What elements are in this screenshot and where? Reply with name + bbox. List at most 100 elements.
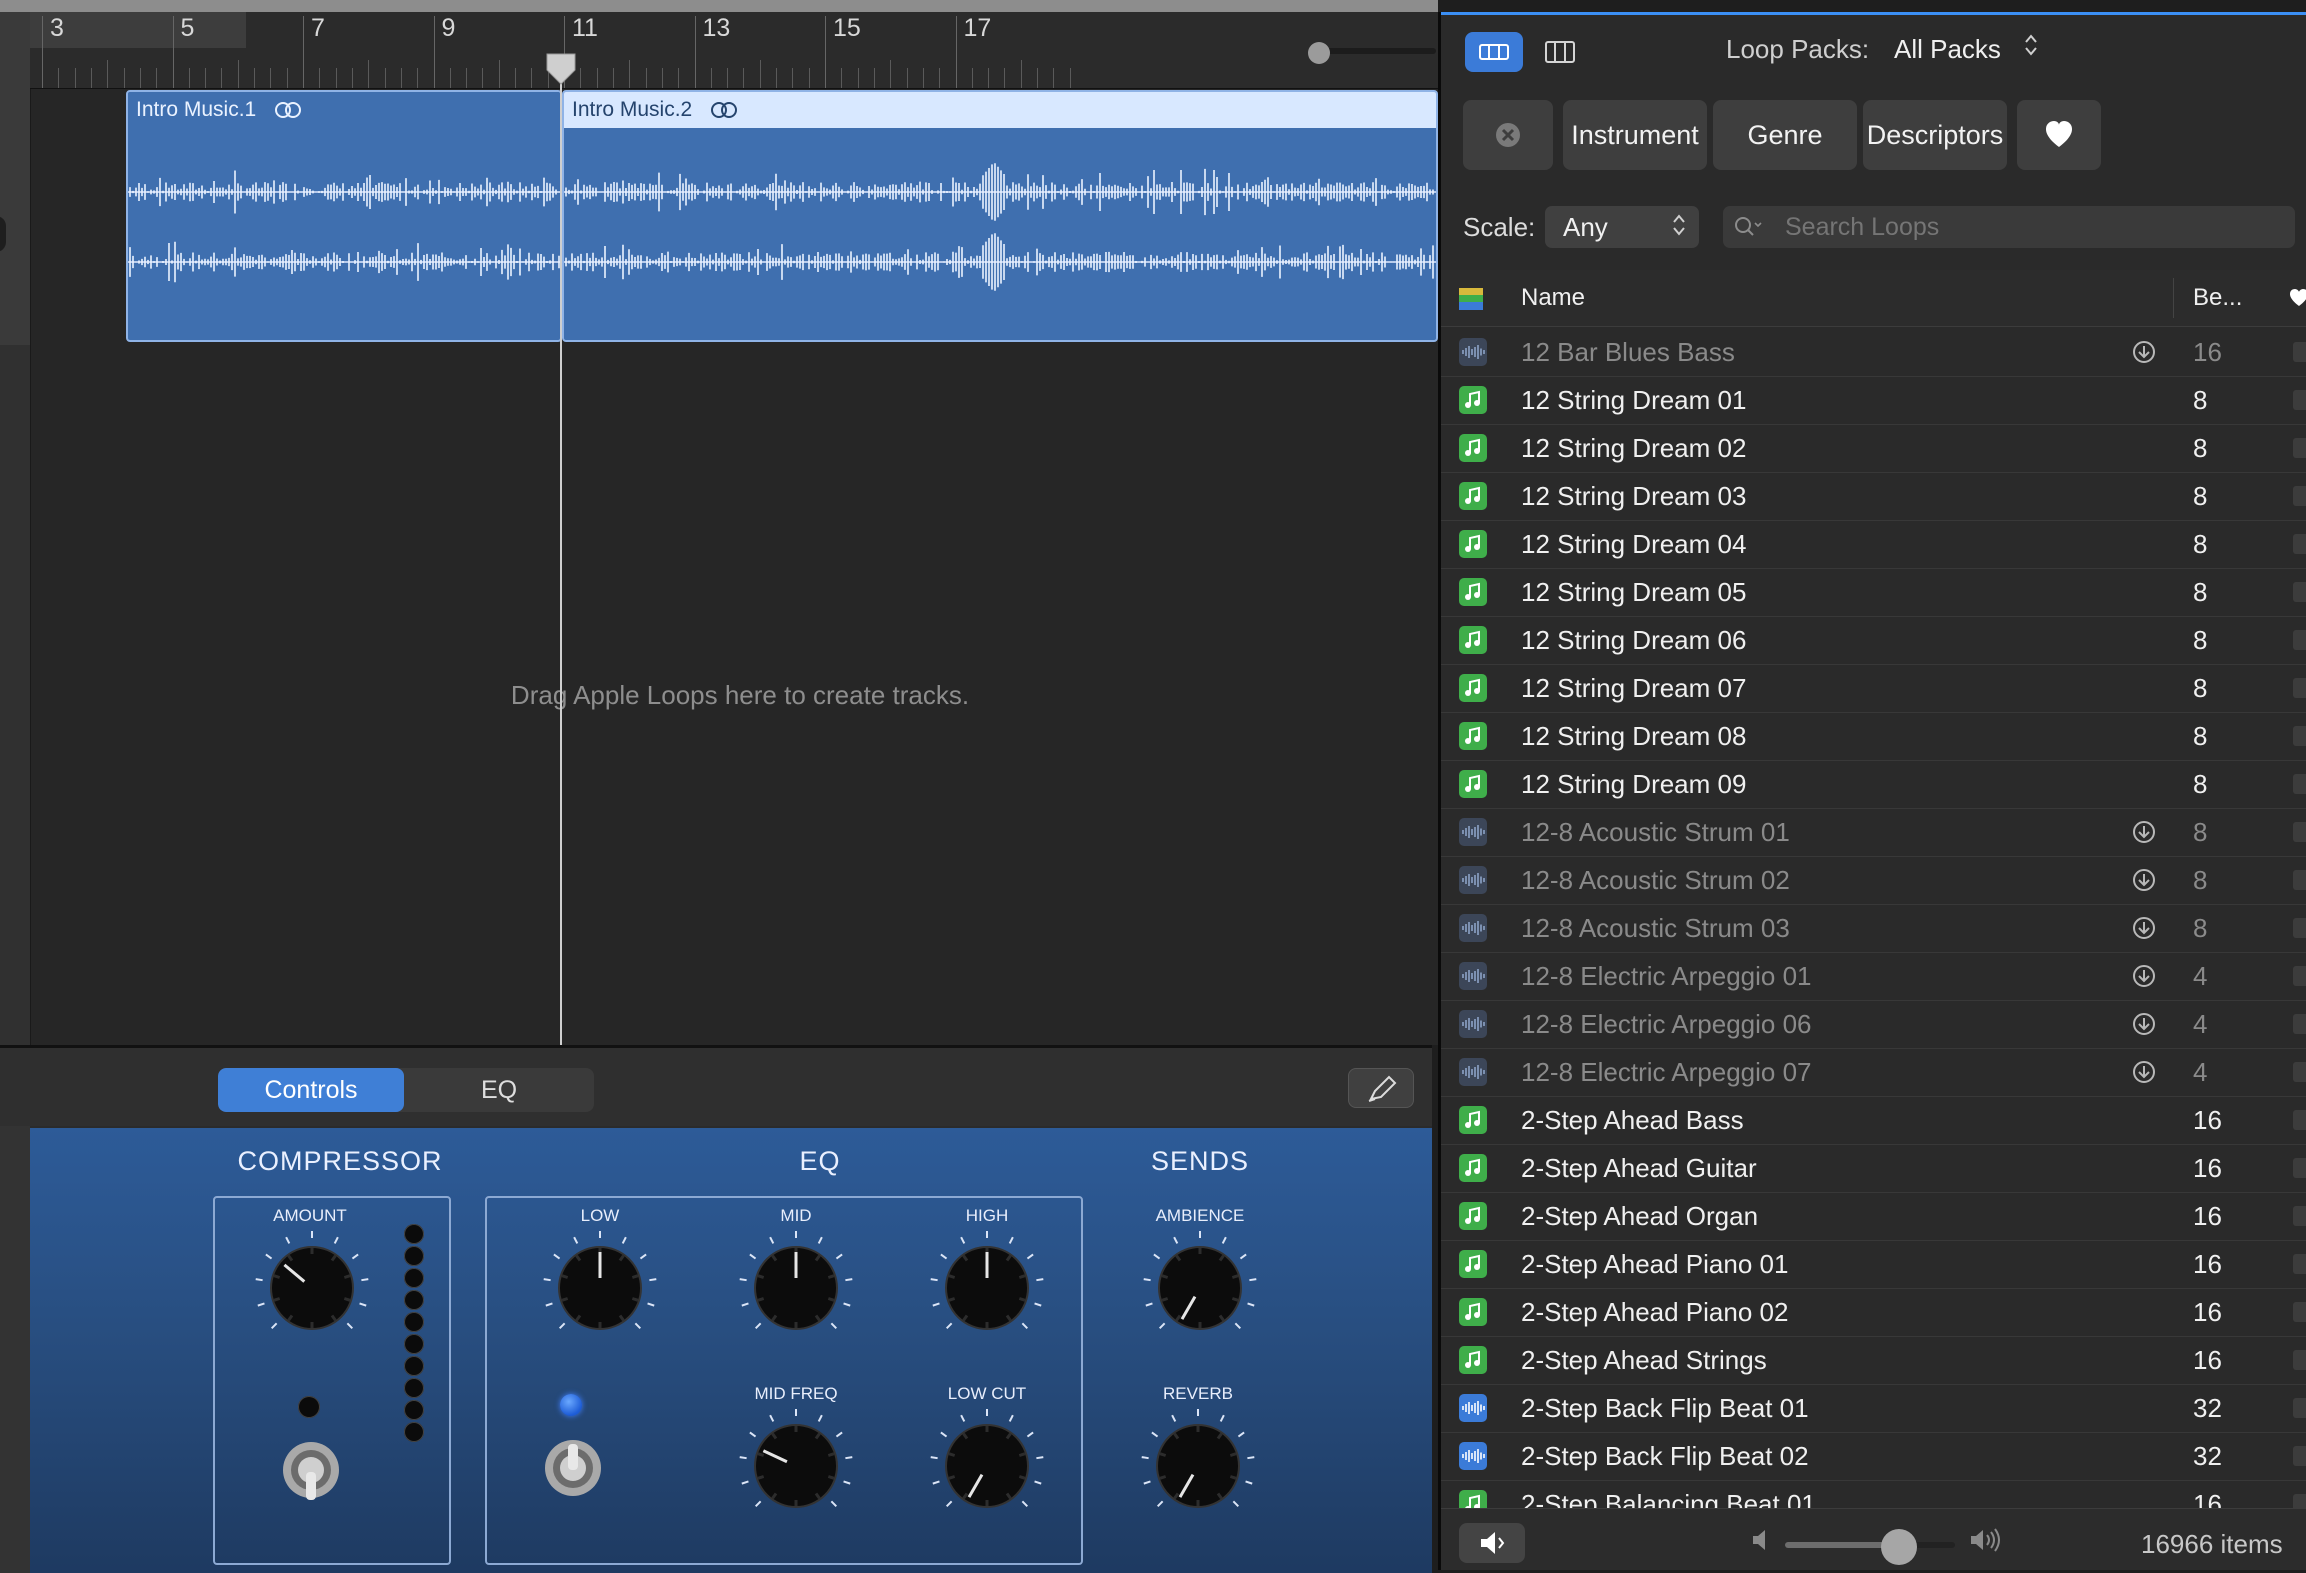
loop-row[interactable]: 12 String Dream 07 8 <box>1441 664 2306 713</box>
favorite-checkbox[interactable] <box>2293 1398 2306 1418</box>
preview-volume-button[interactable] <box>1459 1523 1525 1563</box>
tab-controls[interactable]: Controls <box>218 1068 404 1112</box>
filter-descriptors-button[interactable]: Descriptors <box>1863 100 2007 170</box>
favorite-checkbox[interactable] <box>2293 774 2306 794</box>
favorite-checkbox[interactable] <box>2293 1350 2306 1370</box>
favorite-checkbox[interactable] <box>2293 342 2306 362</box>
download-icon[interactable] <box>2131 1059 2157 1085</box>
knob-scale-tick <box>930 1456 938 1460</box>
favorite-checkbox[interactable] <box>2293 678 2306 698</box>
ambience-knob[interactable] <box>1140 1228 1260 1348</box>
mid-knob[interactable] <box>736 1228 856 1348</box>
loop-row[interactable]: 12-8 Electric Arpeggio 01 4 <box>1441 952 2306 1001</box>
download-icon[interactable] <box>2131 867 2157 893</box>
loop-row[interactable]: 2-Step Ahead Bass 16 <box>1441 1096 2306 1145</box>
region-intro-music-2[interactable]: Intro Music.2 <box>562 90 1438 342</box>
loop-row[interactable]: 12-8 Acoustic Strum 01 8 <box>1441 808 2306 857</box>
playhead-handle[interactable] <box>545 52 577 86</box>
favorite-checkbox[interactable] <box>2293 966 2306 986</box>
favorite-checkbox[interactable] <box>2293 486 2306 506</box>
favorite-checkbox[interactable] <box>2293 870 2306 890</box>
loop-row[interactable]: 2-Step Ahead Piano 02 16 <box>1441 1288 2306 1337</box>
view-mode-button-buttons[interactable] <box>1465 32 1523 72</box>
amount-knob[interactable] <box>252 1228 372 1348</box>
loop-row[interactable]: 12-8 Acoustic Strum 03 8 <box>1441 904 2306 953</box>
favorite-checkbox[interactable] <box>2293 1446 2306 1466</box>
loop-row[interactable]: 12 String Dream 09 8 <box>1441 760 2306 809</box>
favorites-filter-button[interactable] <box>2017 100 2101 170</box>
download-icon[interactable] <box>2131 339 2157 365</box>
view-mode-button-columns[interactable] <box>1531 32 1589 72</box>
search-loops-input[interactable] <box>1723 206 2295 248</box>
tab-eq[interactable]: EQ <box>404 1068 594 1112</box>
favorite-checkbox[interactable] <box>2293 1062 2306 1082</box>
timeline-ruler[interactable]: 3 5 7 9 11 13 15 17 <box>30 12 1438 89</box>
download-icon[interactable] <box>2131 963 2157 989</box>
heart-icon[interactable] <box>2289 288 2306 308</box>
column-header-name[interactable]: Name <box>1521 284 1585 312</box>
loop-row[interactable]: 2-Step Ahead Guitar 16 <box>1441 1144 2306 1193</box>
loop-row[interactable]: 2-Step Ahead Strings 16 <box>1441 1336 2306 1385</box>
loop-packs-popup[interactable]: All Packs <box>1894 34 2001 65</box>
loop-row[interactable]: 12 String Dream 06 8 <box>1441 616 2306 665</box>
compressor-toggle-switch[interactable] <box>278 1432 344 1508</box>
loop-row[interactable]: 12-8 Acoustic Strum 02 8 <box>1441 856 2306 905</box>
favorite-checkbox[interactable] <box>2293 534 2306 554</box>
reset-filters-button[interactable] <box>1463 100 1553 170</box>
favorite-checkbox[interactable] <box>2293 1110 2306 1130</box>
loop-row[interactable]: 12 String Dream 05 8 <box>1441 568 2306 617</box>
high-knob[interactable] <box>927 1228 1047 1348</box>
loop-row[interactable]: 12-8 Electric Arpeggio 07 4 <box>1441 1048 2306 1097</box>
zoom-slider-thumb[interactable] <box>1308 42 1330 64</box>
playhead-line[interactable] <box>560 60 562 1045</box>
favorite-checkbox[interactable] <box>2293 1302 2306 1322</box>
edit-button[interactable] <box>1348 1068 1414 1108</box>
loop-row[interactable]: 2-Step Balancing Beat 01 16 <box>1441 1480 2306 1508</box>
filter-instrument-button[interactable]: Instrument <box>1563 100 1707 170</box>
loop-row[interactable]: 12 Bar Blues Bass 16 <box>1441 328 2306 377</box>
loop-row[interactable]: 12 String Dream 02 8 <box>1441 424 2306 473</box>
reverb-knob[interactable] <box>1138 1406 1258 1526</box>
favorite-checkbox[interactable] <box>2293 390 2306 410</box>
low-cut-knob[interactable] <box>927 1406 1047 1526</box>
favorite-checkbox[interactable] <box>2293 438 2306 458</box>
favorite-checkbox[interactable] <box>2293 1158 2306 1178</box>
download-icon[interactable] <box>2131 915 2157 941</box>
favorite-checkbox[interactable] <box>2293 822 2306 842</box>
loop-row[interactable]: 12-8 Electric Arpeggio 06 4 <box>1441 1000 2306 1049</box>
updown-chevron-icon[interactable] <box>2023 32 2039 58</box>
low-knob[interactable] <box>540 1228 660 1348</box>
loop-row[interactable]: 2-Step Ahead Piano 01 16 <box>1441 1240 2306 1289</box>
favorite-checkbox[interactable] <box>2293 726 2306 746</box>
loop-row[interactable]: 2-Step Ahead Organ 16 <box>1441 1192 2306 1241</box>
loop-type-column-icon[interactable] <box>1459 288 1483 310</box>
filter-genre-button[interactable]: Genre <box>1713 100 1857 170</box>
loop-list[interactable]: 12 Bar Blues Bass 16 12 String Dream 01 8 12… <box>1441 328 2306 1508</box>
favorite-checkbox[interactable] <box>2293 1206 2306 1226</box>
loop-row[interactable]: 12 String Dream 03 8 <box>1441 472 2306 521</box>
loop-row[interactable]: 12 String Dream 04 8 <box>1441 520 2306 569</box>
tracks-area[interactable]: 3 5 7 9 11 13 15 17 Intro Music.1 Intro Music.2… <box>0 0 1438 1045</box>
eq-toggle-switch[interactable] <box>540 1430 606 1506</box>
loop-row[interactable]: 2-Step Back Flip Beat 01 32 <box>1441 1384 2306 1433</box>
loop-row[interactable]: 12 String Dream 01 8 <box>1441 376 2306 425</box>
favorite-checkbox[interactable] <box>2293 918 2306 938</box>
favorite-checkbox[interactable] <box>2293 1254 2306 1274</box>
loop-row[interactable]: 12 String Dream 08 8 <box>1441 712 2306 761</box>
favorite-checkbox[interactable] <box>2293 1014 2306 1034</box>
ruler-beat-tick <box>759 60 761 88</box>
column-divider <box>2173 278 2174 318</box>
region-intro-music-1[interactable]: Intro Music.1 <box>126 90 562 342</box>
smart-controls-tabs[interactable]: Controls EQ <box>218 1068 594 1112</box>
download-icon[interactable] <box>2131 819 2157 845</box>
loop-row[interactable]: 2-Step Back Flip Beat 02 32 <box>1441 1432 2306 1481</box>
zoom-slider[interactable] <box>1308 42 1438 64</box>
download-icon[interactable] <box>2131 1011 2157 1037</box>
loop-beats: 4 <box>2193 961 2208 991</box>
volume-slider-thumb[interactable] <box>1881 1529 1917 1565</box>
column-header-beats[interactable]: Be... <box>2193 284 2242 312</box>
mid-freq-knob[interactable] <box>736 1406 856 1526</box>
favorite-checkbox[interactable] <box>2293 1494 2306 1508</box>
favorite-checkbox[interactable] <box>2293 582 2306 602</box>
favorite-checkbox[interactable] <box>2293 630 2306 650</box>
